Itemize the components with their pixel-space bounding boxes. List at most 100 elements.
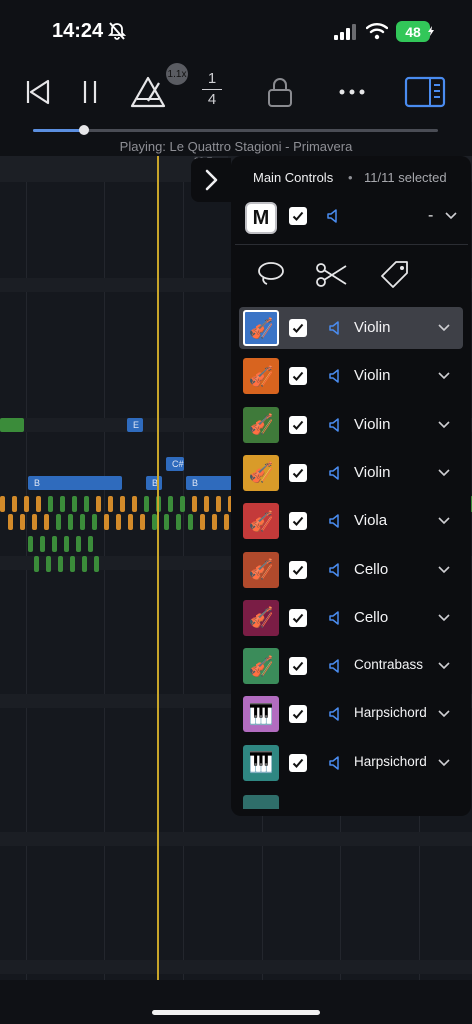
sidebar-icon xyxy=(404,76,446,108)
lasso-icon[interactable] xyxy=(254,258,288,292)
cello-icon[interactable]: 🎻 xyxy=(243,551,279,588)
note-tick xyxy=(94,556,99,572)
more-options-button[interactable] xyxy=(334,70,370,114)
note-block[interactable]: C# xyxy=(166,457,184,471)
note-block[interactable]: E xyxy=(127,418,143,432)
wifi-icon xyxy=(366,23,388,40)
note-tick xyxy=(46,556,51,572)
progress-fill xyxy=(33,129,84,132)
chevron-down-icon[interactable] xyxy=(444,209,458,223)
track-checkbox[interactable] xyxy=(289,657,307,676)
viola-icon[interactable]: 🎻 xyxy=(243,503,279,540)
master-checkbox[interactable] xyxy=(289,207,307,225)
note-tick xyxy=(12,496,17,512)
pause-button[interactable] xyxy=(74,70,106,114)
chevron-down-icon[interactable] xyxy=(437,756,451,770)
scissors-icon[interactable] xyxy=(314,258,348,292)
chevron-down-icon[interactable] xyxy=(437,514,451,528)
master-button[interactable]: M xyxy=(245,202,277,234)
speaker-icon[interactable] xyxy=(328,320,344,336)
track-row[interactable]: 🎻 Violin xyxy=(239,355,463,397)
tag-icon[interactable] xyxy=(378,258,412,292)
home-indicator[interactable] xyxy=(152,1010,320,1015)
note-block[interactable]: B xyxy=(186,476,232,490)
chevron-down-icon[interactable] xyxy=(437,707,451,721)
note-tick xyxy=(44,514,49,530)
chevron-down-icon[interactable] xyxy=(437,659,451,673)
track-checkbox[interactable] xyxy=(289,367,307,386)
violin-icon[interactable]: 🎻 xyxy=(243,310,279,346)
note-tick xyxy=(24,496,29,512)
note-tick xyxy=(144,496,149,512)
track-row[interactable]: 🎻 Cello xyxy=(239,597,463,639)
panel-divider xyxy=(235,244,468,245)
contrabass-icon[interactable]: 🎻 xyxy=(243,648,279,685)
chevron-down-icon[interactable] xyxy=(437,418,451,432)
track-checkbox[interactable] xyxy=(289,415,307,434)
progress-slider[interactable] xyxy=(33,129,438,132)
playhead[interactable] xyxy=(157,156,159,980)
speaker-icon[interactable] xyxy=(328,368,344,384)
track-row[interactable]: 🎻 Viola xyxy=(239,500,463,542)
track-checkbox[interactable] xyxy=(289,463,307,482)
violin-icon[interactable]: 🎻 xyxy=(243,454,279,491)
progress-knob[interactable] xyxy=(78,125,89,135)
note-tick xyxy=(72,496,77,512)
charging-bolt-icon xyxy=(428,26,434,36)
note-tick xyxy=(180,496,185,512)
track-checkbox[interactable] xyxy=(289,560,307,579)
note-block[interactable]: B xyxy=(28,476,122,490)
piano-icon[interactable]: 🎹 xyxy=(243,744,279,781)
track-checkbox[interactable] xyxy=(289,753,307,772)
track-row[interactable]: 🎻 Violin xyxy=(239,307,463,349)
cello-icon[interactable]: 🎻 xyxy=(243,599,279,636)
note-block[interactable]: B xyxy=(146,476,162,490)
chevron-down-icon[interactable] xyxy=(437,611,451,625)
track-row[interactable]: 🎹 Harpsichord xyxy=(239,742,463,784)
chevron-down-icon[interactable] xyxy=(437,321,451,335)
track-row[interactable]: 🎻 Violin xyxy=(239,452,463,494)
lock-icon xyxy=(268,78,292,107)
note-tick xyxy=(96,496,101,512)
piano-icon[interactable]: 🎹 xyxy=(243,696,279,733)
checkmark-icon xyxy=(292,323,304,333)
speaker-icon[interactable] xyxy=(328,417,344,433)
speaker-icon[interactable] xyxy=(328,658,344,674)
note-tick xyxy=(40,536,45,552)
metronome-icon xyxy=(130,76,166,108)
speaker-icon[interactable] xyxy=(328,562,344,578)
track-checkbox[interactable] xyxy=(289,512,307,531)
track-row[interactable]: 🎻 Cello xyxy=(239,549,463,591)
chevron-down-icon[interactable] xyxy=(437,369,451,383)
checkmark-icon xyxy=(292,758,304,768)
violin-icon[interactable]: 🎻 xyxy=(243,406,279,443)
track-checkbox[interactable] xyxy=(289,608,307,627)
track-name: Cello xyxy=(354,560,389,578)
panel-title: Main Controls xyxy=(253,170,334,185)
speaker-icon[interactable] xyxy=(328,610,344,626)
violin-icon[interactable]: 🎻 xyxy=(243,358,279,395)
panel-toggle-button[interactable] xyxy=(402,70,448,114)
track-row[interactable]: 🎻 Contrabass xyxy=(239,645,463,687)
metronome-button[interactable] xyxy=(126,70,170,114)
note-block[interactable] xyxy=(0,418,24,432)
chevron-down-icon[interactable] xyxy=(437,563,451,577)
speaker-icon[interactable] xyxy=(328,706,344,722)
note-tick xyxy=(60,496,65,512)
speaker-icon[interactable] xyxy=(328,755,344,771)
time-signature-button[interactable]: 1 4 xyxy=(198,70,226,110)
chevron-down-icon[interactable] xyxy=(437,466,451,480)
speaker-icon[interactable] xyxy=(328,465,344,481)
note-tick xyxy=(168,496,173,512)
track-row[interactable]: 🎻 Violin xyxy=(239,404,463,446)
track-row[interactable]: 🎹 Harpsichord xyxy=(239,693,463,735)
speaker-icon[interactable] xyxy=(326,208,342,224)
track-checkbox[interactable] xyxy=(289,319,307,337)
rewind-button[interactable] xyxy=(20,70,56,114)
track-checkbox[interactable] xyxy=(289,705,307,724)
speaker-icon[interactable] xyxy=(328,513,344,529)
tempo-speed-badge[interactable]: 1.1x xyxy=(166,63,188,85)
lock-button[interactable] xyxy=(262,70,298,114)
collapse-panel-button[interactable] xyxy=(191,158,231,202)
more-icon xyxy=(339,89,365,95)
